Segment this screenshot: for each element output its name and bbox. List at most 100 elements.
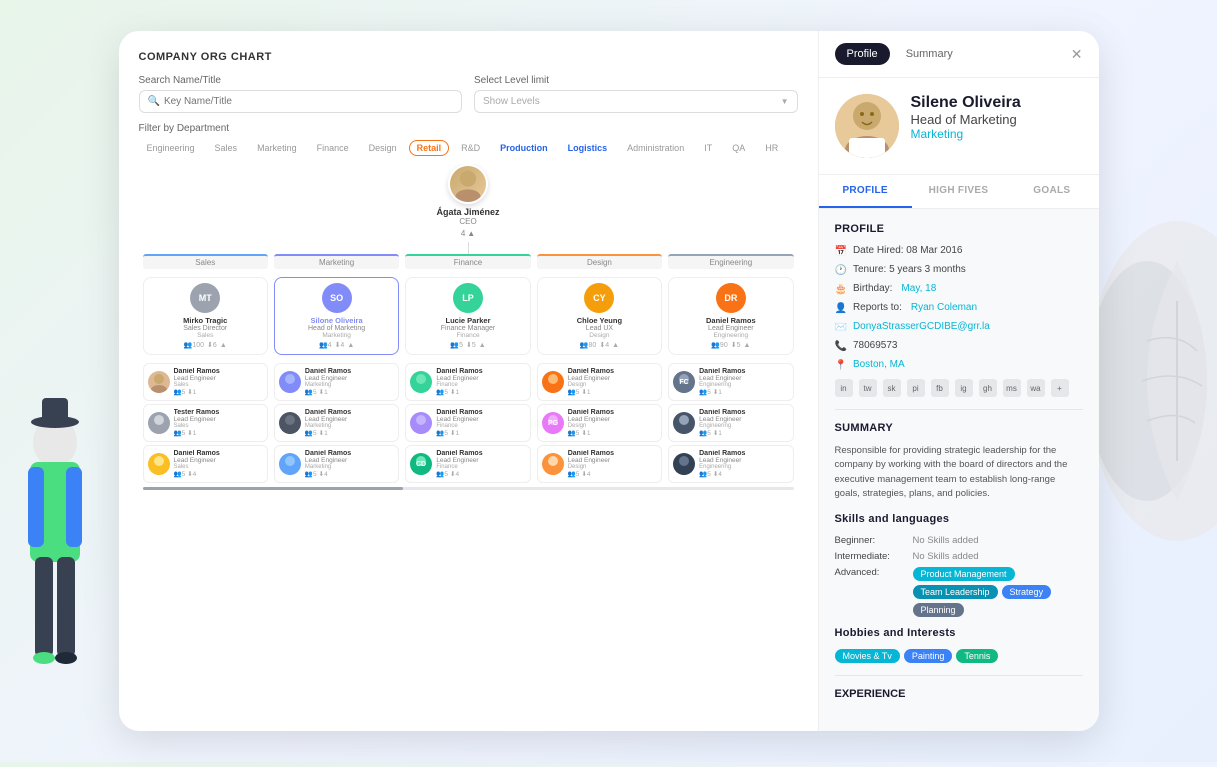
expand-count: 4	[461, 229, 465, 238]
sub-role-m2: Lead Engineer	[305, 416, 394, 423]
sub-des-3[interactable]: Daniel Ramos Lead Engineer Design 👥5⬇4	[537, 445, 662, 483]
dept-rnd[interactable]: R&D	[453, 140, 488, 156]
sub-tab-highfives[interactable]: HIGH FIVES	[912, 175, 1005, 208]
level-select[interactable]: Show Levels ▼	[474, 90, 798, 113]
ceo-node[interactable]: Ágata Jiménez CEO 4 ▲	[436, 164, 499, 238]
sub-des-1[interactable]: Daniel Ramos Lead Engineer Design 👥5⬇1	[537, 363, 662, 401]
sub-eng-2[interactable]: Daniel Ramos Lead Engineer Engineering 👥…	[668, 404, 793, 442]
sub-info-e2: Daniel Ramos Lead Engineer Engineering 👥…	[699, 409, 788, 437]
level-group: Select Level limit Show Levels ▼	[474, 75, 798, 113]
sub-info-e3: Daniel Ramos Lead Engineer Engineering 👥…	[699, 450, 788, 478]
dept-qa[interactable]: QA	[724, 140, 753, 156]
add-social-icon[interactable]: +	[1051, 379, 1069, 397]
dept-sales[interactable]: Sales	[207, 140, 246, 156]
sub-sales-2[interactable]: Tester Ramos Lead Engineer Sales 👥5⬇1	[143, 404, 268, 442]
sub-info-e1: Daniel Ramos Lead Engineer Engineering 👥…	[699, 368, 788, 396]
instagram-icon[interactable]: ig	[955, 379, 973, 397]
sub-name-f1: Daniel Ramos	[436, 368, 525, 375]
divider-1	[835, 409, 1083, 410]
tab-summary[interactable]: Summary	[894, 43, 965, 65]
sub-meta-d1: 👥5⬇1	[568, 388, 657, 396]
reports-label: Reports to:	[853, 302, 902, 313]
search-input[interactable]	[164, 96, 453, 107]
scroll-bar[interactable]	[143, 487, 794, 490]
col-finance: Finance	[405, 254, 530, 269]
left-panel: COMPANY ORG CHART Search Name/Title 🔍 Se…	[119, 31, 819, 731]
sub-col-eng: FC Daniel Ramos Lead Engineer Engineerin…	[668, 363, 793, 483]
sub-meta-m3: 👥5⬇4	[305, 470, 394, 478]
twitter-icon[interactable]: tw	[859, 379, 877, 397]
meta-dr: 👥90 ⬇5 ▲	[711, 341, 750, 349]
ceo-expand[interactable]: 4 ▲	[461, 229, 475, 238]
sub-avatar-s2	[148, 412, 170, 434]
sub-sales-3[interactable]: Daniel Ramos Lead Engineer Sales 👥5⬇4	[143, 445, 268, 483]
reports-to-link[interactable]: Ryan Coleman	[911, 302, 977, 313]
messenger-icon[interactable]: ms	[1003, 379, 1021, 397]
github-icon[interactable]: gh	[979, 379, 997, 397]
name-so: Silone Oliveira	[311, 316, 363, 325]
sub-col-marketing: Daniel Ramos Lead Engineer Marketing 👥5⬇…	[274, 363, 399, 483]
director-design[interactable]: CY Chloe Yeung Lead UX Design 👥80 ⬇4 ▲	[537, 277, 662, 355]
sub-info-d1: Daniel Ramos Lead Engineer Design 👥5⬇1	[568, 368, 657, 396]
close-button[interactable]: ✕	[1071, 46, 1083, 63]
tab-profile[interactable]: Profile	[835, 43, 890, 65]
avatar-so: SO	[322, 283, 352, 313]
email-text[interactable]: DonyaStrasserGCDIBE@grr.la	[853, 321, 990, 332]
linkedin-icon[interactable]: in	[835, 379, 853, 397]
avatar-dr: DR	[716, 283, 746, 313]
hobbies-section: Hobbies and Interests Movies & Tv Painti…	[835, 627, 1083, 663]
director-sales[interactable]: MT Mirko Tragic Sales Director Sales 👥10…	[143, 277, 268, 355]
dept-administration[interactable]: Administration	[619, 140, 692, 156]
level-label: Select Level limit	[474, 75, 798, 86]
name-lp: Lucie Parker	[446, 316, 491, 325]
dept-it[interactable]: IT	[696, 140, 720, 156]
skype-icon[interactable]: sk	[883, 379, 901, 397]
sub-tab-goals[interactable]: GOALS	[1005, 175, 1098, 208]
sub-eng-3[interactable]: Daniel Ramos Lead Engineer Engineering 👥…	[668, 445, 793, 483]
director-engineering[interactable]: DR Daniel Ramos Lead Engineer Engineerin…	[668, 277, 793, 355]
sub-mkt-3[interactable]: Daniel Ramos Lead Engineer Marketing 👥5⬇…	[274, 445, 399, 483]
sub-name-d3: Daniel Ramos	[568, 450, 657, 457]
sub-mkt-2[interactable]: Daniel Ramos Lead Engineer Marketing 👥5⬇…	[274, 404, 399, 442]
sub-sales-1[interactable]: Daniel Ramos Lead Engineer Sales 👥5⬇1	[143, 363, 268, 401]
sub-role-f2: Lead Engineer	[436, 416, 525, 423]
meta-cy: 👥80 ⬇4 ▲	[580, 341, 619, 349]
clock-icon: 🕐	[835, 265, 847, 276]
dept-design[interactable]: Design	[361, 140, 405, 156]
sub-role-e1: Lead Engineer	[699, 375, 788, 382]
sub-role-f3: Lead Engineer	[436, 457, 525, 464]
sub-fin-3[interactable]: CD Daniel Ramos Lead Engineer Finance 👥5…	[405, 445, 530, 483]
profile-dept: Marketing	[911, 127, 1021, 141]
meta-lp: 👥5 ⬇5 ▲	[450, 341, 485, 349]
search-input-wrap[interactable]: 🔍	[139, 90, 463, 113]
search-icon: 🔍	[148, 96, 160, 107]
dept-hr[interactable]: HR	[757, 140, 786, 156]
sub-name-s1: Daniel Ramos	[174, 368, 263, 375]
tab-pills: Profile Summary	[835, 43, 965, 65]
sub-tab-profile[interactable]: PROFILE	[819, 175, 912, 208]
sub-role-s3: Lead Engineer	[174, 457, 263, 464]
svg-text:PG: PG	[548, 420, 559, 427]
whatsapp-icon[interactable]: wa	[1027, 379, 1045, 397]
pinterest-icon[interactable]: pi	[907, 379, 925, 397]
sub-des-2[interactable]: PG Daniel Ramos Lead Engineer Design 👥5⬇…	[537, 404, 662, 442]
count-dr: 👥90	[711, 341, 728, 349]
sub-tabs: PROFILE HIGH FIVES GOALS	[819, 175, 1099, 209]
director-marketing[interactable]: SO Silone Oliveira Head of Marketing Mar…	[274, 277, 399, 355]
hobbies-title: Hobbies and Interests	[835, 627, 1083, 639]
dept-retail[interactable]: Retail	[409, 140, 450, 156]
sub-fin-2[interactable]: Daniel Ramos Lead Engineer Finance 👥5⬇1	[405, 404, 530, 442]
col-design: Design	[537, 254, 662, 269]
dept-logistics[interactable]: Logistics	[560, 140, 616, 156]
sub-eng-1[interactable]: FC Daniel Ramos Lead Engineer Engineerin…	[668, 363, 793, 401]
dept-production[interactable]: Production	[492, 140, 556, 156]
sub-fin-1[interactable]: Daniel Ramos Lead Engineer Finance 👥5⬇1	[405, 363, 530, 401]
avatar-mt: MT	[190, 283, 220, 313]
dept-marketing[interactable]: Marketing	[249, 140, 305, 156]
director-finance[interactable]: LP Lucie Parker Finance Manager Finance …	[405, 277, 530, 355]
dept-engineering[interactable]: Engineering	[139, 140, 203, 156]
facebook-icon[interactable]: fb	[931, 379, 949, 397]
profile-location: 📍 Boston, MA	[835, 359, 1083, 371]
sub-mkt-1[interactable]: Daniel Ramos Lead Engineer Marketing 👥5⬇…	[274, 363, 399, 401]
dept-finance[interactable]: Finance	[309, 140, 357, 156]
